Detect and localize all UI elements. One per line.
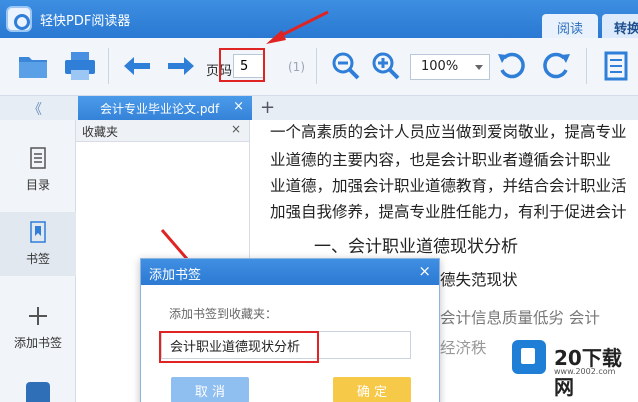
page-total: (1)	[288, 60, 305, 74]
favorites-header: 收藏夹 ×	[76, 120, 249, 142]
annotation-arrow-top	[266, 10, 329, 44]
watermark-sub: www.2002.com	[554, 367, 616, 376]
doc-subheading: 德失范现状	[440, 271, 518, 289]
sidebar: 目录 书签 添加书签	[0, 120, 76, 402]
dialog-title-bar: 添加书签 ×	[141, 259, 439, 285]
sidebar-item-bookmarks[interactable]: 书签	[0, 212, 76, 276]
app-badge-icon	[26, 382, 50, 402]
toolbar-separator	[316, 48, 317, 84]
doc-line: 会计信息质量低劣 会计	[440, 309, 600, 327]
cancel-button[interactable]: 取 消	[171, 377, 249, 402]
rotate-right-icon[interactable]	[538, 48, 574, 84]
zoom-out-icon[interactable]	[328, 48, 364, 84]
sidebar-item-label: 添加书签	[13, 336, 62, 350]
document-icon[interactable]	[598, 48, 634, 84]
collapse-panel-icon[interactable]: 《	[28, 99, 42, 119]
doc-line: 业道德的主要内容，也是会计职业者遵循会计职业	[270, 151, 612, 169]
print-icon[interactable]	[62, 48, 98, 84]
tab-strip: 《 会计专业毕业论文.pdf × +	[0, 96, 638, 120]
tab-convert[interactable]: 转换	[602, 14, 638, 38]
zoom-value: 100%	[421, 59, 459, 74]
toolbar-separator	[108, 48, 109, 84]
plus-icon	[29, 307, 47, 325]
doc-heading: 一、会计职业道德现状分析	[314, 237, 518, 257]
open-folder-icon[interactable]	[16, 48, 52, 84]
close-icon[interactable]: ×	[233, 99, 244, 114]
toolbar-separator	[586, 48, 587, 84]
sidebar-item-label: 目录	[25, 178, 50, 192]
dialog-prompt: 添加书签到收藏夹：	[169, 307, 278, 321]
doc-line: 业道德，加强会计职业道德教育，并结合会计职业活	[270, 177, 627, 195]
app-logo-icon	[6, 6, 32, 32]
bookmark-icon	[30, 221, 46, 243]
chevron-down-icon	[475, 65, 483, 70]
doc-line: 经济秩	[440, 339, 487, 357]
dialog-title: 添加书签	[149, 268, 202, 283]
rotate-left-icon[interactable]	[494, 48, 530, 84]
close-icon[interactable]: ×	[231, 122, 241, 136]
add-tab-button[interactable]: +	[260, 97, 275, 118]
tab-read[interactable]: 阅读	[542, 14, 598, 38]
arrow-right-icon[interactable]	[162, 48, 198, 84]
app-title: 轻快PDF阅读器	[40, 14, 131, 29]
toc-icon	[30, 147, 46, 169]
tab-document[interactable]: 会计专业毕业论文.pdf ×	[78, 96, 252, 120]
sidebar-item-label: 书签	[25, 252, 50, 266]
arrow-left-icon[interactable]	[120, 48, 156, 84]
add-bookmark-dialog: 添加书签 × 添加书签到收藏夹： 取 消 确 定	[140, 258, 440, 402]
doc-line: 一个高素质的会计人员应当做到爱岗敬业，提高专业	[270, 123, 627, 141]
sidebar-item-add-bookmark[interactable]: 添加书签	[0, 296, 76, 360]
annotation-box	[219, 48, 265, 82]
sidebar-item-toc[interactable]: 目录	[0, 138, 76, 202]
watermark: 20下载网 www.2002.com	[512, 340, 638, 399]
watermark-logo-icon	[512, 340, 546, 374]
zoom-in-icon[interactable]	[368, 48, 404, 84]
doc-line: 加强自我修养，提高专业胜任能力，有利于促进会计	[270, 203, 627, 221]
favorites-title: 收藏夹	[82, 125, 119, 139]
tab-filename: 会计专业毕业论文.pdf	[100, 102, 220, 116]
zoom-select[interactable]: 100%	[410, 54, 490, 80]
ok-button[interactable]: 确 定	[333, 377, 411, 402]
close-icon[interactable]: ×	[418, 262, 431, 280]
annotation-box	[159, 331, 319, 363]
